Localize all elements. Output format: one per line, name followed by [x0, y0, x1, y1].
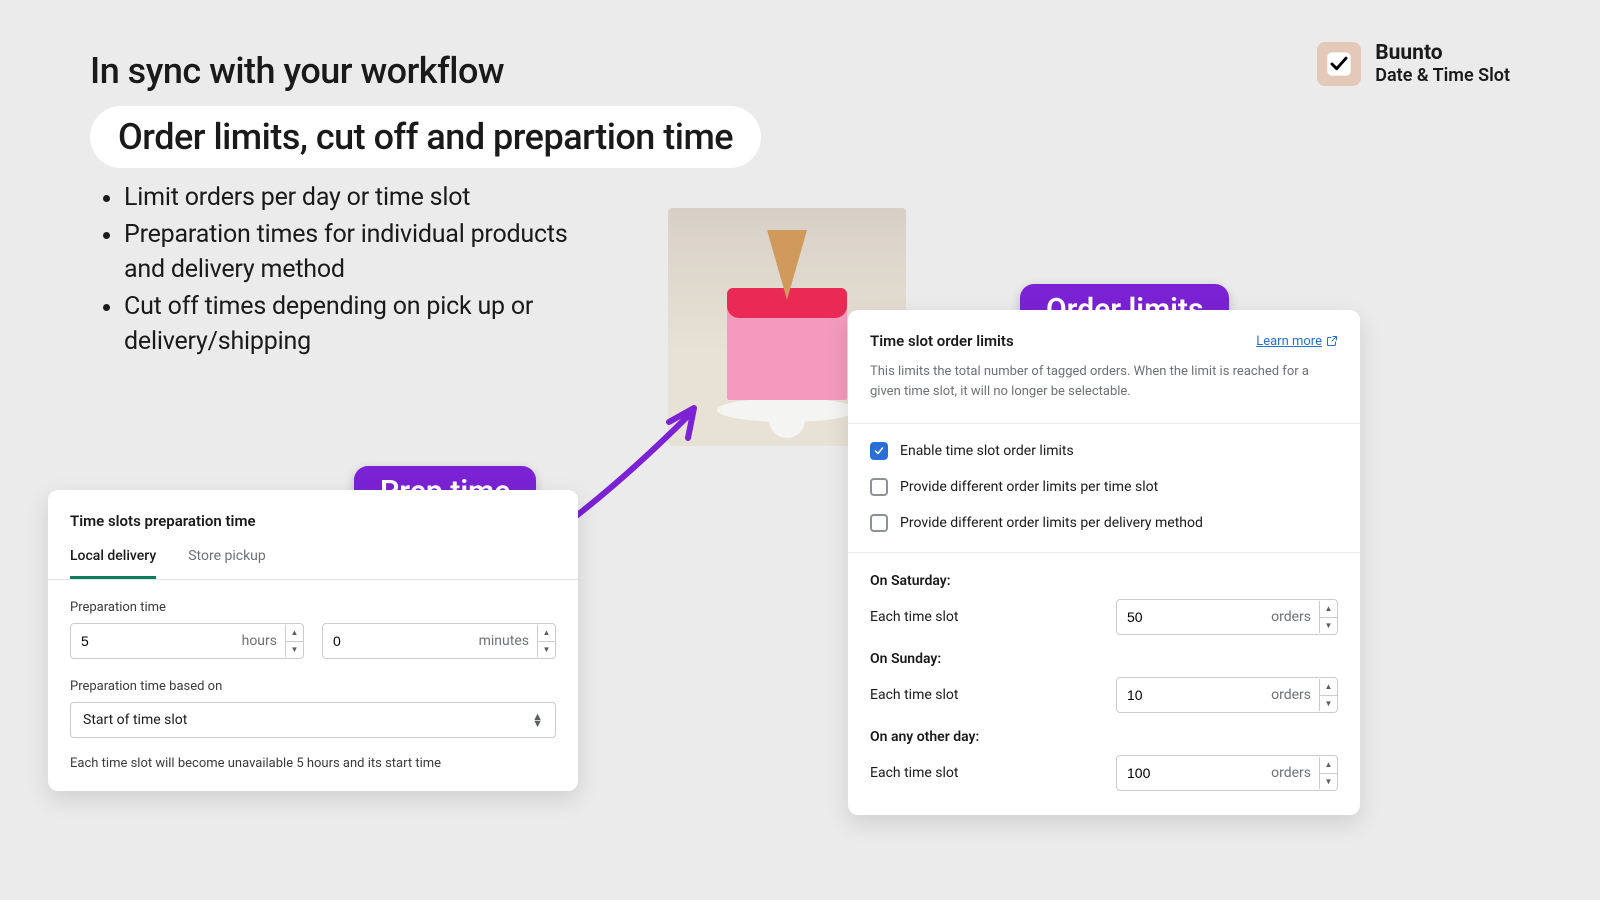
limit-heading-saturday: On Saturday:	[870, 573, 1338, 589]
step-down-icon[interactable]: ▼	[1320, 774, 1337, 790]
sunday-limit-input-group[interactable]: orders ▲▼	[1116, 677, 1338, 713]
prep-help-text: Each time slot will become unavailable 5…	[48, 738, 578, 771]
orders-suffix: orders	[1187, 687, 1319, 703]
checkbox-icon	[870, 442, 888, 460]
saturday-limit-input[interactable]	[1117, 609, 1187, 625]
hours-input-group[interactable]: hours ▲▼	[70, 623, 304, 659]
step-down-icon[interactable]: ▼	[1320, 696, 1337, 712]
limit-row-label: Each time slot	[870, 765, 958, 781]
prep-time-card: Time slots preparation time Local delive…	[48, 490, 578, 791]
brand-tagline: Date & Time Slot	[1375, 67, 1510, 85]
step-up-icon[interactable]: ▲	[1320, 757, 1337, 774]
learn-more-link[interactable]: Learn more	[1256, 334, 1338, 349]
orders-suffix: orders	[1187, 609, 1319, 625]
limit-stepper[interactable]: ▲▼	[1319, 601, 1337, 633]
prep-time-label: Preparation time	[48, 600, 578, 615]
checkbox-icon	[870, 514, 888, 532]
hours-input[interactable]	[71, 633, 131, 649]
checkbox-label: Provide different order limits per time …	[900, 479, 1158, 495]
order-card-description: This limits the total number of tagged o…	[848, 350, 1360, 424]
step-down-icon[interactable]: ▼	[286, 642, 303, 658]
other-limit-input[interactable]	[1117, 765, 1187, 781]
checkbox-icon	[870, 478, 888, 496]
brand-name: Buunto	[1375, 43, 1510, 64]
order-limits-card: Time slot order limits Learn more This l…	[848, 310, 1360, 815]
brand-block: Buunto Date & Time Slot	[1317, 42, 1510, 86]
bullet-item: Preparation times for individual product…	[124, 217, 580, 287]
select-caret-icon: ▲▼	[532, 713, 543, 727]
minutes-input-group[interactable]: minutes ▲▼	[322, 623, 556, 659]
step-up-icon[interactable]: ▲	[286, 625, 303, 642]
checkbox-label: Provide different order limits per deliv…	[900, 515, 1203, 531]
hours-stepper[interactable]: ▲▼	[285, 625, 303, 657]
step-up-icon[interactable]: ▲	[1320, 679, 1337, 696]
based-on-label: Preparation time based on	[48, 679, 578, 694]
limit-stepper[interactable]: ▲▼	[1319, 757, 1337, 789]
bullet-item: Limit orders per day or time slot	[124, 180, 580, 215]
step-down-icon[interactable]: ▼	[1320, 618, 1337, 634]
limit-row-label: Each time slot	[870, 687, 958, 703]
feature-bullets: Limit orders per day or time slot Prepar…	[100, 180, 580, 361]
minutes-input[interactable]	[323, 633, 383, 649]
step-up-icon[interactable]: ▲	[538, 625, 555, 642]
limit-heading-other: On any other day:	[870, 729, 1338, 745]
based-on-select[interactable]: Start of time slot ▲▼	[70, 702, 556, 738]
tab-store-pickup[interactable]: Store pickup	[188, 548, 266, 579]
hero-subheading-pill: Order limits, cut off and prepartion tim…	[90, 106, 761, 168]
saturday-limit-input-group[interactable]: orders ▲▼	[1116, 599, 1338, 635]
limit-row-label: Each time slot	[870, 609, 958, 625]
other-limit-input-group[interactable]: orders ▲▼	[1116, 755, 1338, 791]
minutes-suffix: minutes	[383, 633, 537, 649]
brand-logo-icon	[1317, 42, 1361, 86]
sunday-limit-input[interactable]	[1117, 687, 1187, 703]
limit-stepper[interactable]: ▲▼	[1319, 679, 1337, 711]
step-down-icon[interactable]: ▼	[538, 642, 555, 658]
external-link-icon	[1326, 335, 1338, 347]
hours-suffix: hours	[131, 633, 285, 649]
tab-local-delivery[interactable]: Local delivery	[70, 548, 156, 579]
step-up-icon[interactable]: ▲	[1320, 601, 1337, 618]
minutes-stepper[interactable]: ▲▼	[537, 625, 555, 657]
checkbox-per-timeslot[interactable]: Provide different order limits per time …	[870, 478, 1338, 496]
bullet-item: Cut off times depending on pick up or de…	[124, 289, 580, 359]
limit-heading-sunday: On Sunday:	[870, 651, 1338, 667]
order-card-title: Time slot order limits	[870, 332, 1014, 350]
checkbox-enable-limits[interactable]: Enable time slot order limits	[870, 442, 1338, 460]
checkbox-label: Enable time slot order limits	[900, 443, 1074, 459]
based-on-value: Start of time slot	[83, 712, 187, 728]
hero-heading: In sync with your workflow	[90, 50, 761, 92]
prep-card-title: Time slots preparation time	[48, 512, 578, 548]
checkbox-per-delivery-method[interactable]: Provide different order limits per deliv…	[870, 514, 1338, 532]
orders-suffix: orders	[1187, 765, 1319, 781]
